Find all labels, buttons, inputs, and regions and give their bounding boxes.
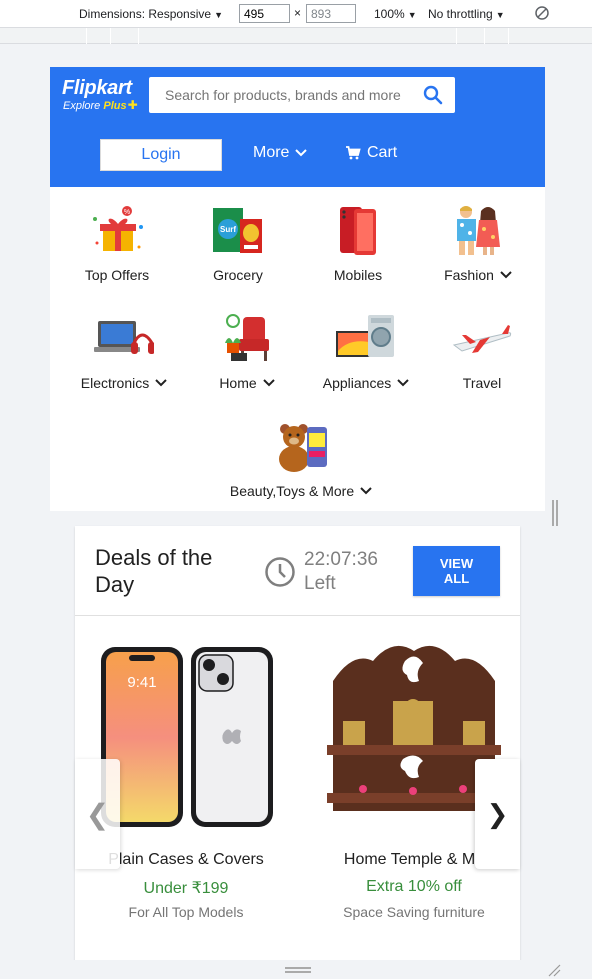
category-label: Top Offers (84, 267, 150, 283)
throttle-label: No throttling (428, 7, 493, 21)
home-furniture-icon (217, 313, 277, 365)
height-input[interactable] (306, 4, 356, 23)
chevron-down-icon (155, 379, 167, 387)
category-travel[interactable]: Travel (422, 313, 542, 393)
category-mobiles[interactable]: Mobiles (298, 205, 418, 285)
svg-text:Surf: Surf (220, 225, 236, 234)
category-label: Beauty,Toys & More (229, 483, 355, 499)
viewport-resize-handle-bottom[interactable] (285, 967, 311, 973)
chevron-down-icon (262, 379, 275, 387)
grocery-icon: Surf (208, 205, 268, 257)
category-label: Fashion (444, 267, 494, 283)
carousel-next-button[interactable]: ❯ (475, 759, 520, 869)
category-appliances[interactable]: Appliances (306, 313, 426, 393)
category-grid: % Top Offers Surf Grocery Mobiles Fashio… (50, 187, 545, 511)
category-label: Travel (462, 375, 502, 391)
timer-suffix: Left (304, 573, 336, 594)
chevron-down-icon (295, 149, 308, 157)
deal-subtitle: Space Saving furniture (343, 904, 485, 920)
phone-cases-image: 9:41 (95, 641, 277, 841)
svg-text:%: % (124, 209, 130, 216)
category-beauty-toys[interactable]: Beauty,Toys & More (226, 421, 376, 501)
airplane-icon (452, 313, 512, 365)
deals-of-the-day: Deals of the Day 22:07:36 Left VIEW ALL (75, 526, 520, 960)
timer-value: 22:07:36 (304, 549, 378, 570)
carousel-prev-button[interactable]: ❮ (75, 759, 120, 869)
deals-header: Deals of the Day 22:07:36 Left VIEW ALL (75, 526, 520, 616)
media-query-ruler (0, 28, 592, 44)
chevron-right-icon: ❯ (486, 798, 509, 829)
fashion-icon (448, 205, 508, 257)
category-label: Grocery (213, 267, 263, 283)
category-top-offers[interactable]: % Top Offers (57, 205, 177, 285)
category-label: Home (219, 375, 257, 391)
times-symbol: × (294, 6, 302, 20)
rotate-icon[interactable] (534, 5, 550, 24)
svg-text:9:41: 9:41 (127, 674, 156, 691)
tv-washer-icon (336, 313, 396, 365)
category-electronics[interactable]: Electronics (64, 313, 184, 393)
plus-text: Plus (103, 100, 127, 112)
caret-down-icon: ▼ (407, 10, 417, 20)
zoom-label: 100% (374, 7, 405, 21)
devtools-toolbar: Dimensions: Responsive▼ × 100%▼ No throt… (0, 0, 592, 28)
mobile-phone-icon (328, 205, 388, 257)
category-fashion[interactable]: Fashion (418, 205, 538, 285)
clock-icon (265, 557, 295, 587)
cart-label: Cart (367, 144, 398, 161)
explore-plus-tagline: Explore Plus✚ (63, 98, 138, 112)
dimensions-dropdown[interactable]: Dimensions: Responsive ▼ (79, 7, 223, 21)
zoom-dropdown[interactable]: 100% ▼ (374, 7, 417, 21)
search-input[interactable] (149, 77, 411, 113)
category-label: Electronics (80, 375, 150, 391)
cart-link[interactable]: Cart (345, 144, 397, 162)
caret-down-icon: ▼ (495, 10, 505, 20)
chevron-down-icon (360, 487, 372, 495)
category-label: Mobiles (333, 267, 383, 283)
category-home[interactable]: Home (187, 313, 307, 393)
width-input[interactable] (239, 4, 290, 23)
chevron-left-icon: ❮ (85, 798, 110, 830)
flipkart-logo[interactable]: Flipkart (62, 77, 132, 100)
chevron-down-icon (397, 379, 409, 387)
search-button[interactable] (411, 77, 455, 113)
gift-offers-icon: % (87, 205, 147, 257)
cart-icon (346, 146, 361, 160)
search-icon (423, 85, 443, 105)
category-grocery[interactable]: Surf Grocery (178, 205, 298, 285)
throttling-dropdown[interactable]: No throttling ▼ (428, 7, 505, 21)
more-label: More (253, 144, 290, 161)
login-button[interactable]: Login (100, 139, 222, 171)
countdown-timer: 22:07:36 Left (304, 548, 378, 596)
caret-down-icon: ▼ (214, 10, 223, 20)
plus-sign-icon: ✚ (127, 98, 138, 112)
viewport-resize-handle-right[interactable] (552, 500, 558, 526)
explore-text: Explore (63, 100, 101, 112)
teddy-bear-icon (271, 421, 331, 473)
view-all-button[interactable]: VIEW ALL (413, 546, 500, 596)
deals-title: Deals of the Day (95, 545, 213, 597)
dimensions-label: Dimensions: Responsive (79, 7, 212, 21)
resize-corner-icon[interactable] (547, 963, 561, 977)
deal-offer: Under ₹199 (143, 880, 229, 897)
category-label: Appliances (322, 375, 392, 391)
emulated-viewport: Flipkart Explore Plus✚ Login More Cart (50, 67, 545, 960)
deal-subtitle: For All Top Models (128, 904, 244, 920)
laptop-headphones-icon (94, 313, 155, 365)
chevron-down-icon (500, 271, 512, 279)
header: Flipkart Explore Plus✚ Login More Cart (50, 67, 545, 187)
deal-offer: Extra 10% off (366, 878, 462, 895)
search-bar (149, 77, 455, 113)
more-menu[interactable]: More (253, 144, 309, 162)
